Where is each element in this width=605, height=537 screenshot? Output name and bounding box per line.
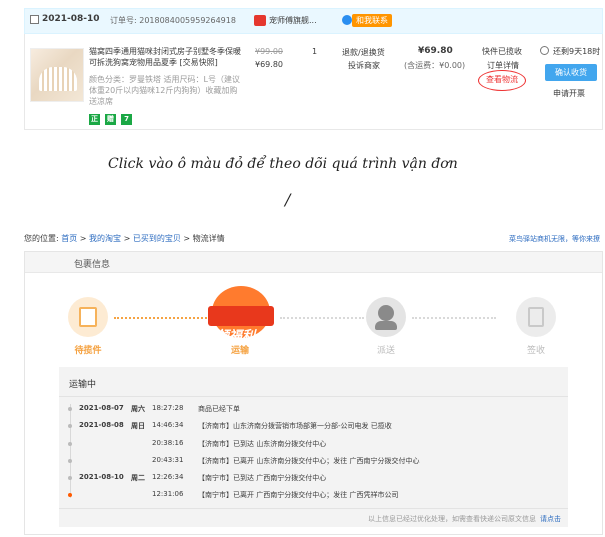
breadcrumb-sep: > xyxy=(123,234,131,243)
divider xyxy=(59,396,568,397)
progress-line-3 xyxy=(412,317,496,319)
countdown-text: 还剩9天18时 xyxy=(553,47,601,56)
timeline-dot xyxy=(68,407,72,411)
event-date: 2021-08-08 xyxy=(79,421,124,429)
event-text: 【济南市】已离开 山东济南分拨交付中心；发往 广西南宁分拨交付中心 xyxy=(198,457,420,465)
footer-click-link[interactable]: 请点击 xyxy=(540,514,561,524)
cainiao-promo-link[interactable]: 菜鸟驿站商机无限，等你来撩 xyxy=(509,234,600,244)
breadcrumb: 您的位置: 首页 > 我的淘宝 > 已买到的宝贝 > 物流详情 xyxy=(24,233,225,244)
event-text: 【南宁市】已离开 广西南宁分拨交付中心；发往 广西凭祥市公司 xyxy=(198,491,399,499)
event-time: 12:31:06 xyxy=(152,490,184,498)
breadcrumb-current: 物流详情 xyxy=(192,234,225,243)
event-weekday: 周日 xyxy=(131,422,145,430)
event-time: 20:43:31 xyxy=(152,456,184,464)
total-price: ¥69.80 xyxy=(418,46,453,56)
signed-icon xyxy=(516,297,556,337)
instruction-caption: Click vào ô màu đỏ để theo dõi quá trình… xyxy=(108,156,458,172)
event-time: 18:27:28 xyxy=(152,404,184,412)
footer-divider xyxy=(59,508,568,509)
promo-label: 领福利 xyxy=(216,329,256,344)
shop-icon xyxy=(254,15,266,26)
step-pending-pickup: 待揽件 xyxy=(74,346,102,356)
event-text: 商品已经下单 xyxy=(198,405,240,413)
tracking-event: 12:31:06 【南宁市】已离开 广西南宁分拨交付中心；发往 广西凭祥市公司 xyxy=(59,490,568,510)
quantity: 1 xyxy=(312,47,318,56)
step-in-transit: 运输 xyxy=(230,346,249,356)
tracking-event: 2021-08-08 周日 14:46:34 【济南市】山东济南分拨营销市场部第… xyxy=(59,421,568,441)
breadcrumb-home[interactable]: 首页 xyxy=(61,234,77,243)
event-time: 14:46:34 xyxy=(152,421,184,429)
breadcrumb-sep: > xyxy=(79,234,87,243)
unit-price: ¥69.80 xyxy=(255,60,283,69)
panel-title: 包裹信息 xyxy=(74,260,111,270)
total-shipping-note: (含运费：¥0.00) xyxy=(404,61,466,70)
original-price: ¥99.00 xyxy=(255,47,283,56)
delivery-courier-icon xyxy=(366,297,406,337)
gift-tag-icon: 赠 xyxy=(105,114,116,125)
panel-header xyxy=(25,252,602,273)
timeline-dot-current xyxy=(68,493,72,497)
tracking-list: 2021-08-07 周六 18:27:28 商品已经下单 2021-08-08… xyxy=(59,404,568,504)
event-time: 20:38:16 xyxy=(152,439,184,447)
apply-invoice-link[interactable]: 申请开票 xyxy=(553,88,585,99)
event-date: 2021-08-10 xyxy=(79,473,124,481)
event-time: 12:26:34 xyxy=(152,473,184,481)
status-title: 运输中 xyxy=(69,380,97,390)
progress-line-2 xyxy=(280,317,364,319)
event-text: 【济南市】山东济南分拨营销市场部第一分部-公司电发 已揽收 xyxy=(198,422,392,430)
pending-pickup-icon xyxy=(68,297,108,337)
product-thumbnail[interactable] xyxy=(30,48,84,102)
pointer-slash: / xyxy=(285,190,291,209)
step-signed: 签收 xyxy=(526,346,545,356)
shop-name-link[interactable]: 宠师傅旗舰... xyxy=(269,15,317,26)
breadcrumb-sep: > xyxy=(183,234,191,243)
timeline-dot xyxy=(68,424,72,428)
confirm-receipt-button[interactable]: 确认收货 xyxy=(545,64,597,81)
breadcrumb-my-taobao[interactable]: 我的淘宝 xyxy=(89,234,121,243)
shipment-status: 快件已揽收 xyxy=(482,47,522,56)
event-date: 2021-08-07 xyxy=(79,404,124,412)
timeline-dot xyxy=(68,476,72,480)
event-weekday: 周二 xyxy=(131,474,145,482)
seven-day-return-icon: 7 xyxy=(121,114,132,125)
timeline-dot xyxy=(68,459,72,463)
progress-line-1 xyxy=(114,317,210,319)
order-number: 订单号: 2018084005959264918 xyxy=(110,16,236,25)
clock-icon xyxy=(540,46,549,55)
product-props: 颜色分类：罗曼铁塔 适用尺码：L号（建议体重20斤以内猫咪12斤内狗狗）收藏加购… xyxy=(89,75,240,106)
refund-link[interactable]: 退款/退换货 xyxy=(342,47,385,58)
event-text: 【南宁市】已到达 广西南宁分拨交付中心 xyxy=(198,474,327,482)
step-delivering: 派送 xyxy=(376,346,395,356)
product-title-link[interactable]: 猫窝四季通用猫咪封闭式房子别墅冬季保暖可拆洗狗窝宠物用品夏季 [交易快照] xyxy=(89,46,243,68)
footer-note: 以上信息已经过优化处理，如需查看快递公司原文信息 xyxy=(368,515,536,523)
order-checkbox[interactable] xyxy=(30,15,39,24)
authentic-tag-icon: 正 xyxy=(89,114,100,125)
chat-icon xyxy=(342,15,352,25)
event-text: 【济南市】已到达 山东济南分拨交付中心 xyxy=(198,440,327,448)
timeline-dot xyxy=(68,442,72,446)
breadcrumb-prefix: 您的位置: xyxy=(24,234,59,243)
breadcrumb-purchased[interactable]: 已买到的宝贝 xyxy=(133,234,181,243)
complain-link[interactable]: 投诉商家 xyxy=(348,60,380,71)
order-date: 2021-08-10 xyxy=(42,14,100,24)
chat-button[interactable]: 和我联系 xyxy=(352,14,392,27)
view-logistics-link[interactable]: 查看物流 xyxy=(486,74,518,85)
event-weekday: 周六 xyxy=(131,405,145,413)
